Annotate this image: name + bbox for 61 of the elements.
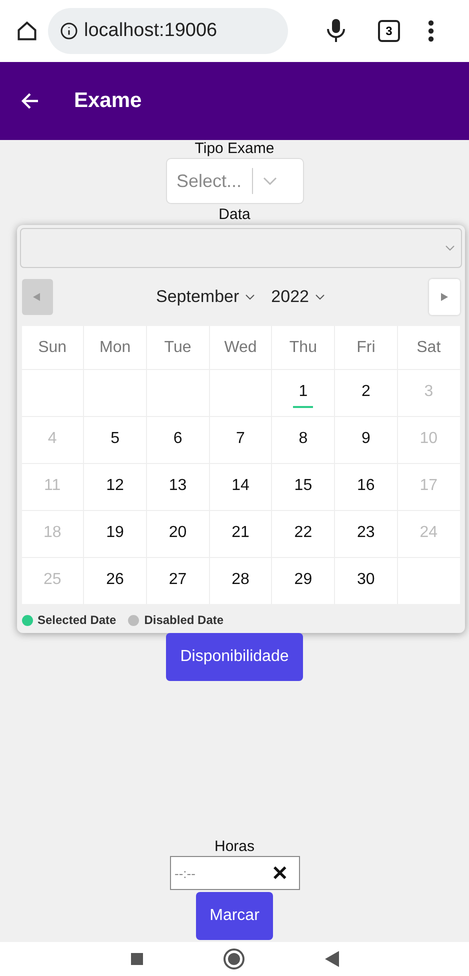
tab-count[interactable]: 3 <box>378 20 400 42</box>
calendar-day[interactable]: 30 <box>335 558 397 604</box>
weekday-header: Mon <box>84 326 146 369</box>
url-text: localhost:19006 <box>84 20 218 42</box>
next-month-button[interactable] <box>428 279 460 315</box>
calendar-day[interactable]: 15 <box>272 464 334 510</box>
field-label: Data <box>218 206 250 224</box>
weekday-header: Fri <box>335 326 397 369</box>
right-triangle-icon <box>440 293 448 301</box>
legend-label: Disabled Date <box>144 613 224 627</box>
chevron-down-icon <box>444 245 454 251</box>
calendar-day[interactable]: 26 <box>84 558 146 604</box>
info-icon <box>60 22 78 40</box>
home-circle-icon[interactable] <box>222 948 244 970</box>
calendar-day[interactable]: 27 <box>146 558 209 604</box>
calendar-day[interactable]: 14 <box>210 464 272 510</box>
calendar-day[interactable]: 6 <box>146 417 209 463</box>
calendar-day[interactable]: 16 <box>335 464 397 510</box>
calendar-day[interactable]: 12 <box>84 464 146 510</box>
address-bar[interactable]: localhost:19006 <box>48 8 288 54</box>
calendar-day[interactable]: 5 <box>84 417 146 463</box>
home-icon[interactable] <box>16 20 38 42</box>
left-triangle-icon <box>33 293 41 301</box>
back-triangle-icon[interactable] <box>324 951 338 967</box>
chevron-down-icon <box>262 177 277 185</box>
calendar-day[interactable]: 7 <box>210 417 272 463</box>
year-dropdown[interactable]: 2022 <box>271 287 325 307</box>
page-title: Exame <box>74 89 142 113</box>
legend-label: Selected Date <box>38 613 116 627</box>
field-label: Tipo Exame <box>194 140 274 158</box>
calendar-day[interactable]: 13 <box>146 464 209 510</box>
submit-button[interactable]: Marcar <box>196 892 274 940</box>
calendar-day[interactable]: 1 <box>272 370 334 416</box>
availability-button[interactable]: Disponibilidade <box>166 633 303 681</box>
weekday-header: Thu <box>272 326 334 369</box>
square-icon[interactable] <box>130 953 142 965</box>
calendar-day[interactable]: 8 <box>272 417 334 463</box>
calendar-day[interactable]: 21 <box>210 511 272 557</box>
calendar-day[interactable]: 29 <box>272 558 334 604</box>
menu-icon[interactable] <box>428 20 434 42</box>
calendar-day[interactable]: 20 <box>146 511 209 557</box>
weekday-header: Tue <box>146 326 209 369</box>
date-input[interactable] <box>20 228 462 268</box>
time-field[interactable]: --:-- ✕ <box>170 856 300 890</box>
calendar-day[interactable]: 23 <box>335 511 397 557</box>
weekday-header: Sat <box>398 326 460 369</box>
month-dropdown[interactable]: September <box>156 287 256 307</box>
calendar-day[interactable]: 19 <box>84 511 146 557</box>
calendar-day[interactable]: 28 <box>210 558 272 604</box>
calendar-day[interactable]: 9 <box>335 417 397 463</box>
calendar-day[interactable]: 2 <box>335 370 397 416</box>
field-label: Horas <box>214 838 254 856</box>
exam-type-select[interactable]: Select... <box>166 158 304 204</box>
calendar-day[interactable]: 22 <box>272 511 334 557</box>
microphone-icon[interactable] <box>326 18 346 44</box>
weekday-header: Wed <box>210 326 272 369</box>
weekday-header: Sun <box>22 326 84 369</box>
back-arrow-icon[interactable] <box>20 91 40 111</box>
chevron-down-icon <box>315 294 325 300</box>
clear-button[interactable]: ✕ <box>272 860 288 886</box>
chevron-down-icon <box>245 294 256 300</box>
